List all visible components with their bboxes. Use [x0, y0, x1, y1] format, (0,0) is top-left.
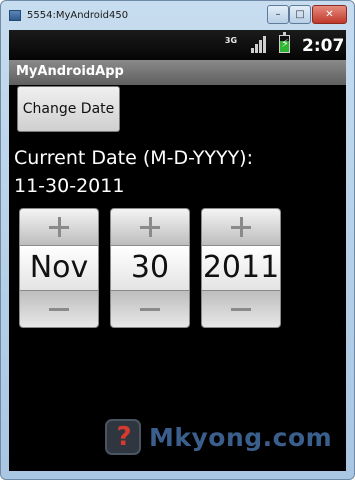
- watermark-text: Mkyong.com: [149, 423, 333, 452]
- day-increment-button[interactable]: [110, 208, 190, 246]
- status-clock: 2:07: [302, 36, 345, 56]
- plus-icon: [20, 209, 98, 245]
- year-picker: 2011: [201, 208, 281, 328]
- month-decrement-button[interactable]: [19, 290, 99, 328]
- day-value[interactable]: 30: [110, 246, 190, 290]
- watermark: ? Mkyong.com: [105, 419, 345, 459]
- maximize-button[interactable]: □: [289, 5, 311, 24]
- current-date-label: Current Date (M-D-YYYY):: [14, 147, 253, 169]
- app-title-bar: MyAndroidApp: [9, 60, 346, 85]
- android-screen: 3G ⚡ 2:07 MyAndroidApp Change Date Curre…: [9, 30, 346, 471]
- app-title: MyAndroidApp: [16, 64, 124, 79]
- change-date-button[interactable]: Change Date: [17, 86, 120, 132]
- month-picker: Nov: [19, 208, 99, 328]
- emulator-app-icon: [9, 10, 21, 21]
- minus-icon: [111, 291, 189, 327]
- battery-charging-icon: ⚡: [279, 32, 290, 53]
- plus-icon: [111, 209, 189, 245]
- window-titlebar[interactable]: 5554:MyAndroid450 – □ ✕: [1, 1, 354, 29]
- current-date-value: 11-30-2011: [14, 175, 125, 197]
- window-title: 5554:MyAndroid450: [27, 10, 129, 21]
- year-increment-button[interactable]: [201, 208, 281, 246]
- month-increment-button[interactable]: [19, 208, 99, 246]
- minus-icon: [202, 291, 280, 327]
- mkyong-logo-icon: ?: [105, 419, 141, 455]
- day-decrement-button[interactable]: [110, 290, 190, 328]
- close-button[interactable]: ✕: [312, 5, 347, 24]
- month-value[interactable]: Nov: [19, 246, 99, 290]
- signal-bars-icon: [251, 36, 267, 53]
- status-bar[interactable]: 3G ⚡ 2:07: [9, 30, 346, 60]
- year-value[interactable]: 2011: [201, 246, 281, 290]
- year-decrement-button[interactable]: [201, 290, 281, 328]
- emulator-window: 5554:MyAndroid450 – □ ✕ 3G ⚡ 2:07 MyAndr…: [0, 0, 355, 480]
- day-picker: 30: [110, 208, 190, 328]
- minimize-button[interactable]: –: [267, 5, 289, 24]
- minus-icon: [20, 291, 98, 327]
- network-3g-icon: 3G: [224, 36, 238, 45]
- plus-icon: [202, 209, 280, 245]
